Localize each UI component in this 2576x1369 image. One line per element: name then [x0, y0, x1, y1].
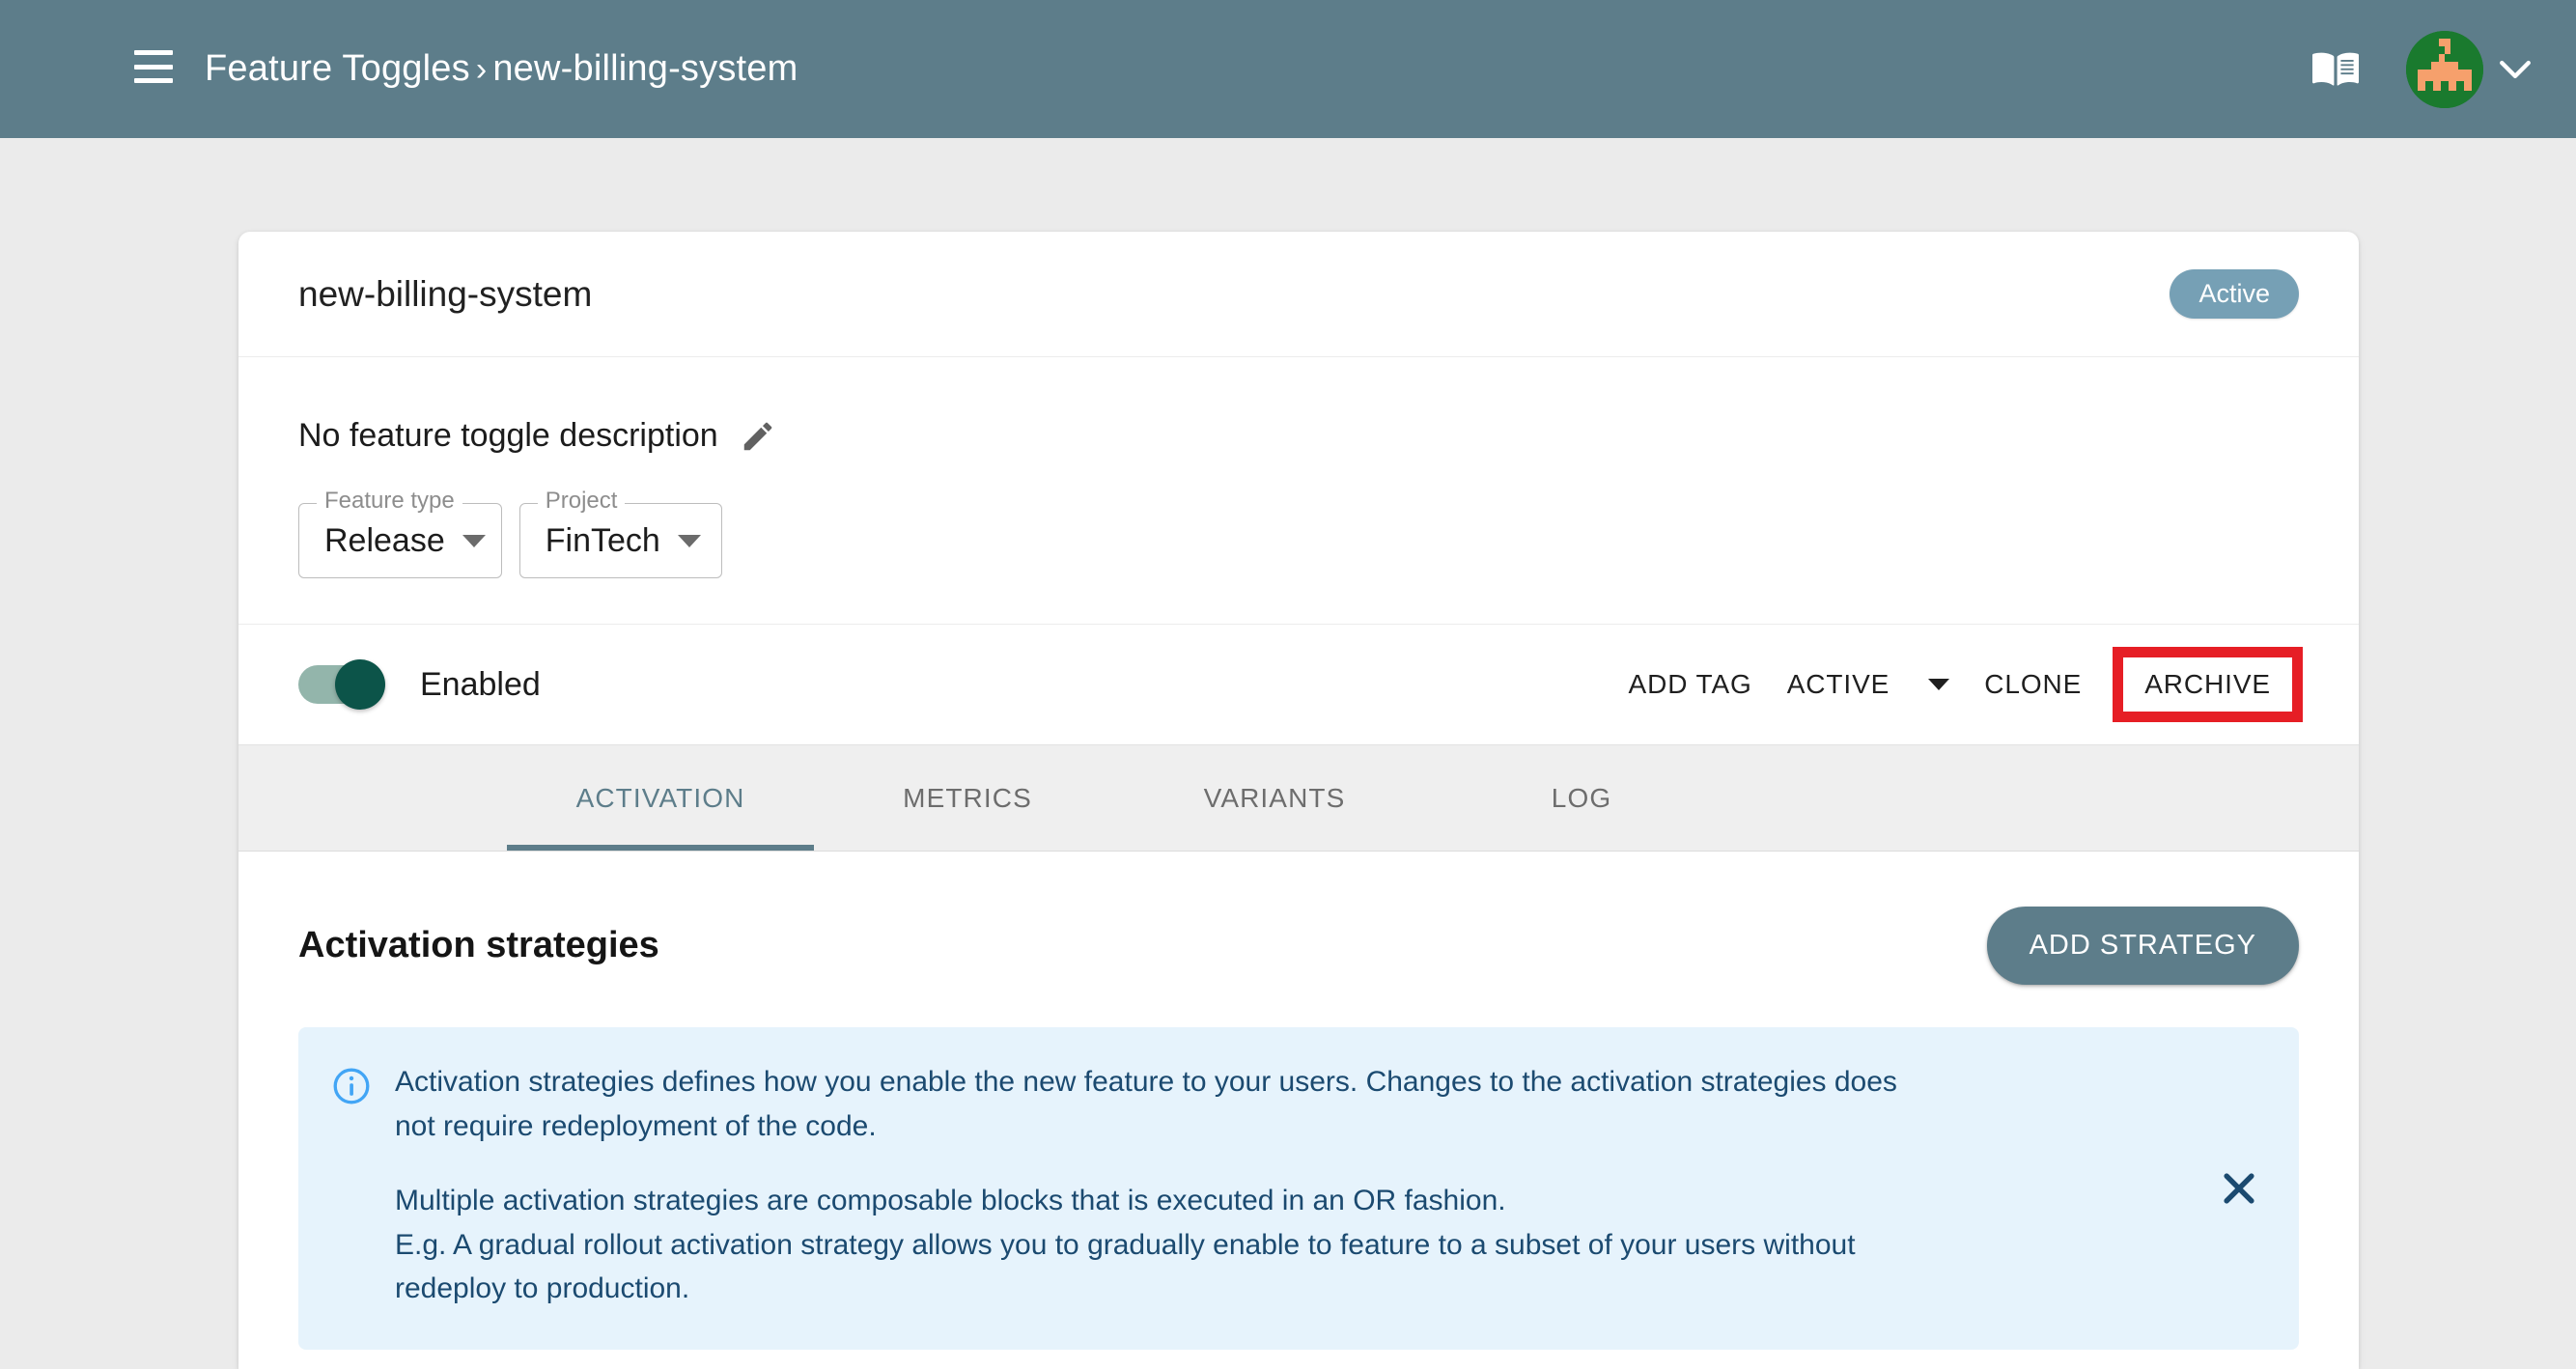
- book-icon[interactable]: [2311, 48, 2360, 91]
- archive-button[interactable]: ARCHIVE: [2144, 669, 2271, 700]
- alert-spacer: [395, 1148, 1920, 1179]
- project-select[interactable]: Project FinTech: [518, 489, 722, 578]
- pencil-icon[interactable]: [740, 418, 776, 455]
- alert-paragraph-2: Multiple activation strategies are compo…: [395, 1185, 1506, 1217]
- archive-highlight-box: ARCHIVE: [2113, 647, 2303, 722]
- enabled-label: Enabled: [420, 665, 541, 703]
- app-bar-right-actions: [2311, 0, 2532, 138]
- feature-toggle-card: new-billing-system Active No feature tog…: [238, 232, 2359, 1369]
- alert-paragraph-1: Activation strategies defines how you en…: [395, 1066, 1897, 1142]
- alert-paragraph-3: E.g. A gradual rollout activation strate…: [395, 1228, 1856, 1305]
- caret-down-icon: [677, 534, 701, 547]
- toggle-thumb: [335, 659, 385, 710]
- hamburger-menu-icon[interactable]: [134, 50, 173, 83]
- active-split-button[interactable]: ACTIVE: [1770, 656, 1968, 713]
- tab-log[interactable]: LOG: [1428, 745, 1735, 851]
- breadcrumb: Feature Toggles › new-billing-system: [205, 48, 798, 90]
- card-body: No feature toggle description Feature ty…: [238, 357, 2359, 625]
- project-value: FinTech: [545, 521, 660, 559]
- chevron-down-icon[interactable]: [2499, 59, 2532, 80]
- strategies-header: Activation strategies ADD STRATEGY: [298, 902, 2299, 989]
- tab-variants[interactable]: VARIANTS: [1121, 745, 1428, 851]
- enabled-group: Enabled: [298, 659, 541, 710]
- card-header: new-billing-system Active: [238, 232, 2359, 357]
- breadcrumb-root[interactable]: Feature Toggles: [205, 48, 470, 89]
- profile-menu-button[interactable]: [2406, 30, 2532, 108]
- status-badge: Active: [2170, 269, 2299, 319]
- page-title: new-billing-system: [298, 273, 593, 314]
- close-icon[interactable]: [2218, 1167, 2260, 1210]
- caret-down-icon: [462, 534, 486, 547]
- action-row: Enabled ADD TAG ACTIVE CLONE ARCHIVE: [238, 625, 2359, 745]
- active-button[interactable]: ACTIVE: [1770, 656, 1908, 713]
- tab-metrics[interactable]: METRICS: [814, 745, 1121, 851]
- tab-bar: ACTIVATION METRICS VARIANTS LOG: [238, 745, 2359, 852]
- feature-type-select[interactable]: Feature type Release: [298, 489, 502, 578]
- alert-body: Activation strategies defines how you en…: [395, 1060, 1920, 1311]
- enabled-toggle[interactable]: [298, 659, 385, 710]
- action-buttons: ADD TAG ACTIVE CLONE ARCHIVE: [1611, 647, 2320, 722]
- top-app-bar: Feature Toggles › new-billing-system: [0, 0, 2576, 138]
- description-text: No feature toggle description: [298, 417, 718, 454]
- info-circle-icon: [333, 1068, 370, 1104]
- description-row: No feature toggle description: [298, 417, 2299, 455]
- select-group: Feature type Release Project FinTech: [298, 489, 2299, 578]
- project-label: Project: [537, 489, 626, 513]
- clone-button[interactable]: CLONE: [1967, 656, 2099, 713]
- feature-type-value: Release: [324, 521, 445, 559]
- add-tag-button[interactable]: ADD TAG: [1611, 656, 1770, 713]
- feature-type-label: Feature type: [317, 489, 462, 513]
- avatar[interactable]: [2406, 30, 2483, 108]
- breadcrumb-current: new-billing-system: [492, 48, 798, 89]
- tab-activation[interactable]: ACTIVATION: [507, 745, 814, 851]
- caret-down-icon[interactable]: [1928, 679, 1950, 690]
- activation-strategies-section: Activation strategies ADD STRATEGY Activ…: [238, 852, 2359, 1350]
- info-alert: Activation strategies defines how you en…: [298, 1027, 2299, 1350]
- section-title: Activation strategies: [298, 924, 659, 965]
- add-strategy-button[interactable]: ADD STRATEGY: [1986, 906, 2299, 985]
- breadcrumb-separator: ›: [475, 51, 488, 88]
